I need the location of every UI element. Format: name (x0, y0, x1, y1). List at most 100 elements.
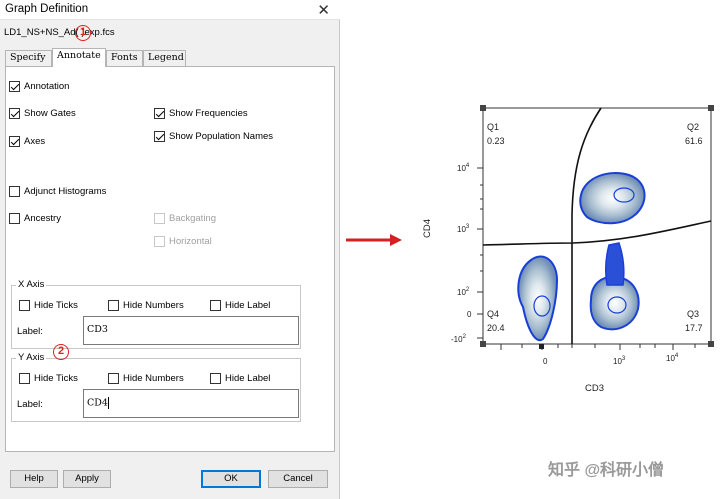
population-bridge (604, 242, 625, 286)
show-frequencies-checkbox[interactable]: Show Frequencies (154, 108, 248, 119)
q2-name: Q2 (687, 122, 699, 132)
x-hide-label-checkbox[interactable]: Hide Label (210, 300, 270, 311)
apply-button[interactable]: Apply (63, 470, 111, 488)
x-label-caption: Label: (17, 326, 43, 337)
cancel-button[interactable]: Cancel (268, 470, 328, 488)
y-axis-ticks: 104 103 102 0 -102 (451, 163, 472, 344)
x-tick-label-1e3: 103 (613, 356, 626, 366)
axes-check-box[interactable] (9, 136, 20, 147)
ok-button[interactable]: OK (201, 470, 261, 488)
y-axis-label-value: CD4 (87, 397, 108, 409)
x-hide-label-check-box[interactable] (210, 300, 221, 311)
q2-value: 61.6 (685, 136, 703, 146)
x-axis-label-input[interactable]: CD3 (83, 316, 299, 345)
x-hide-numbers-label: Hide Numbers (123, 300, 184, 311)
ancestry-check-box[interactable] (9, 213, 20, 224)
y-hide-label-checkbox[interactable]: Hide Label (210, 373, 270, 384)
text-caret (107, 397, 109, 409)
show-frequencies-check-box[interactable] (154, 108, 165, 119)
y-tick-label-1e4: 104 (457, 163, 470, 173)
backgating-check-box (154, 213, 165, 224)
y-hide-label-check-box[interactable] (210, 373, 221, 384)
axes-checkbox[interactable]: Axes (9, 136, 45, 147)
show-population-names-checkbox[interactable]: Show Population Names (154, 131, 273, 142)
arrow-head (390, 234, 402, 246)
annotate-panel: Annotation Show Gates Show Frequencies A… (5, 66, 335, 452)
y-tick-label-neg: -102 (451, 334, 467, 344)
show-gates-checkbox[interactable]: Show Gates (9, 108, 76, 119)
y-hide-label-label: Hide Label (225, 373, 271, 384)
tab-specify[interactable]: Specify (5, 50, 52, 66)
y-tick-label-1e3: 103 (457, 224, 470, 234)
tab-fonts[interactable]: Fonts (106, 50, 143, 66)
show-population-names-label: Show Population Names (169, 131, 274, 142)
x-hide-numbers-check-box[interactable] (108, 300, 119, 311)
ancestry-checkbox[interactable]: Ancestry (9, 213, 61, 224)
x-hide-ticks-label: Hide Ticks (34, 300, 78, 311)
resize-handle-top-right[interactable] (708, 105, 714, 111)
annotation-checkbox[interactable]: Annotation (9, 81, 69, 92)
x-axis-ticks: 0 103 104 (543, 353, 679, 366)
dialog-title: Graph Definition (5, 3, 89, 15)
backgating-checkbox: Backgating (154, 213, 216, 224)
horizontal-label: Horizontal (169, 236, 212, 247)
x-axis-tick-marks (500, 344, 696, 350)
close-icon[interactable]: ✕ (317, 1, 330, 19)
y-hide-numbers-checkbox[interactable]: Hide Numbers (108, 373, 184, 384)
y-tick-label-zero: 0 (467, 310, 472, 319)
y-axis-title: CD4 (422, 219, 433, 238)
resize-handle-bottom-left[interactable] (480, 341, 486, 347)
y-axis-group-title: Y Axis (16, 352, 47, 363)
title-bar: Graph Definition ✕ (0, 0, 340, 20)
resize-handle-top-left[interactable] (480, 105, 486, 111)
x-axis-group: X Axis Hide Ticks Hide Numbers Hide Labe… (11, 279, 301, 349)
y-tick-label-1e2: 102 (457, 287, 470, 297)
show-frequencies-label: Show Frequencies (169, 108, 248, 119)
x-tick-label-1e4: 104 (666, 353, 679, 363)
y-axis-tick-marks (477, 167, 483, 339)
callout-2-badge: 2 (53, 344, 69, 360)
show-gates-label: Show Gates (24, 108, 76, 119)
show-population-names-check-box[interactable] (154, 131, 165, 142)
y-axis-group: Y Axis Hide Ticks Hide Numbers Hide Labe… (11, 352, 301, 422)
x-hide-ticks-checkbox[interactable]: Hide Ticks (19, 300, 78, 311)
adjunct-histograms-label: Adjunct Histograms (24, 186, 107, 197)
adjunct-histograms-checkbox[interactable]: Adjunct Histograms (9, 186, 106, 197)
x-axis-group-title: X Axis (16, 279, 47, 290)
population-q2 (579, 172, 646, 225)
y-hide-numbers-check-box[interactable] (108, 373, 119, 384)
q1-name: Q1 (487, 122, 499, 132)
x-hide-ticks-check-box[interactable] (19, 300, 30, 311)
q1-value: 0.23 (487, 136, 505, 146)
y-hide-ticks-check-box[interactable] (19, 373, 30, 384)
x-axis-title: CD3 (585, 383, 604, 394)
backgating-label: Backgating (169, 213, 217, 224)
horizontal-check-box (154, 236, 165, 247)
y-hide-ticks-checkbox[interactable]: Hide Ticks (19, 373, 78, 384)
q3-value: 17.7 (685, 323, 703, 333)
ancestry-label: Ancestry (24, 213, 61, 224)
x-tick-label-zero: 0 (543, 357, 548, 366)
y-label-caption: Label: (17, 399, 43, 410)
x-hide-label-label: Hide Label (225, 300, 271, 311)
q4-name: Q4 (487, 309, 499, 319)
watermark: 知乎 @科研小僧 (548, 462, 665, 479)
q4-value: 20.4 (487, 323, 505, 333)
y-hide-numbers-label: Hide Numbers (123, 373, 184, 384)
cd3-cd4-contour-plot: Q1 0.23 Q2 61.6 Q3 17.7 Q4 20.4 104 103 … (422, 105, 714, 394)
y-axis-label-input[interactable]: CD4 (83, 389, 299, 418)
show-gates-check-box[interactable] (9, 108, 20, 119)
adjunct-histograms-check-box[interactable] (9, 186, 20, 197)
horizontal-checkbox: Horizontal (154, 236, 212, 247)
right-arrow-icon (346, 234, 402, 246)
axes-label: Axes (24, 136, 46, 147)
q3-name: Q3 (687, 309, 699, 319)
resize-handle-bottom-right[interactable] (708, 341, 714, 347)
tab-annotate[interactable]: Annotate (52, 48, 106, 67)
help-button[interactable]: Help (10, 470, 58, 488)
y-hide-ticks-label: Hide Ticks (34, 373, 78, 384)
tab-legend[interactable]: Legend (143, 50, 186, 66)
annotation-label: Annotation (24, 81, 70, 92)
x-hide-numbers-checkbox[interactable]: Hide Numbers (108, 300, 184, 311)
annotation-check-box[interactable] (9, 81, 20, 92)
